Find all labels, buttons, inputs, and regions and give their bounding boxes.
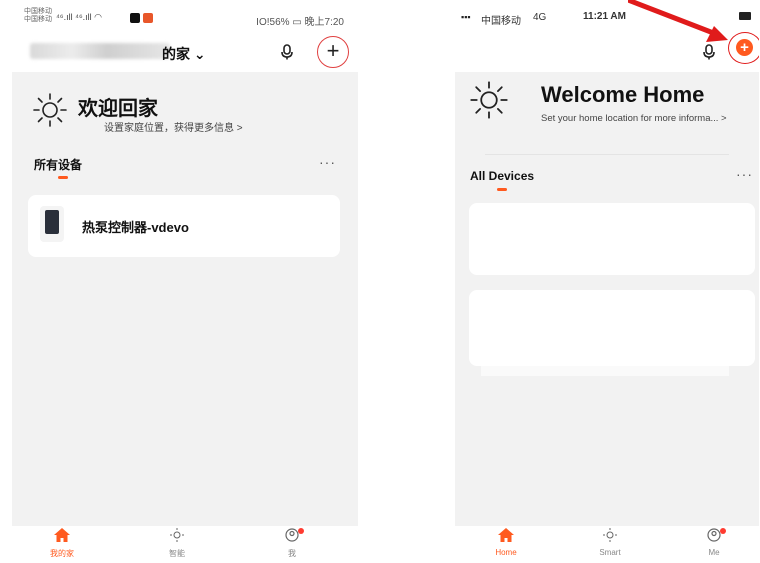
divider [485, 154, 729, 155]
notification-badge [298, 528, 304, 534]
home-icon [498, 528, 514, 542]
section-underline [497, 188, 507, 191]
sun-icon [603, 528, 617, 542]
section-underline [58, 176, 68, 179]
app-notification-icon [143, 13, 153, 23]
more-options-button[interactable]: ··· [736, 166, 753, 182]
sun-icon [470, 81, 508, 119]
device-card-empty[interactable] [469, 203, 755, 275]
tab-me[interactable]: 我 [262, 528, 322, 559]
add-device-button[interactable]: + [317, 36, 349, 68]
header-bar: 的家 ⌄ + [12, 32, 358, 72]
welcome-subtitle-link[interactable]: Set your home location for more informa.… [541, 113, 727, 124]
welcome-title: Welcome Home [541, 82, 705, 107]
battery-time: IO!56% ▭ 晚上7:20 [256, 17, 344, 28]
welcome-title: 欢迎回家 [78, 98, 158, 120]
tab-smart[interactable]: 智能 [147, 528, 207, 559]
microphone-icon[interactable] [280, 44, 294, 60]
bottom-tab-bar: Home Smart Me [455, 526, 759, 560]
tab-home[interactable]: Home [476, 528, 536, 557]
sun-icon [170, 528, 184, 542]
phone-screen-chinese: 中国移动 中国移动 ⁴⁶.ıll ⁴⁶.ıll ◠ IO!56% ▭ 晚上7:2… [12, 4, 358, 560]
device-card-empty[interactable] [469, 290, 755, 366]
add-device-button[interactable]: + [736, 39, 753, 56]
notification-badge [720, 528, 726, 534]
time-label: 11:21 AM [583, 11, 626, 22]
section-title: All Devices [470, 169, 535, 183]
device-name: 热泵控制器-vdevo [82, 220, 189, 235]
device-card[interactable]: 热泵控制器-vdevo [28, 195, 340, 257]
tab-home[interactable]: 我的家 [32, 528, 92, 559]
sun-icon [33, 93, 67, 127]
device-thumbnail [40, 206, 64, 242]
bottom-tab-bar: 我的家 智能 我 [12, 526, 358, 560]
status-bar: 中国移动 中国移动 ⁴⁶.ıll ⁴⁶.ıll ◠ IO!56% ▭ 晚上7:2… [12, 4, 358, 32]
signal-indicators: ⁴⁶.ıll ⁴⁶.ıll ◠ [56, 12, 102, 22]
network-label: 4G [533, 12, 547, 23]
app-notification-icon [130, 13, 140, 23]
card-shadow [481, 366, 729, 376]
home-selector[interactable]: 的家 ⌄ [162, 44, 206, 64]
home-icon [54, 528, 70, 542]
tab-me[interactable]: Me [684, 528, 744, 557]
tab-smart[interactable]: Smart [580, 528, 640, 557]
signal-icon: ▪▪▪ [461, 12, 471, 22]
plus-icon: + [740, 38, 749, 56]
battery-icon [739, 12, 751, 20]
carrier-label: 中国移动 [481, 16, 521, 27]
red-arrow-annotation [628, 0, 728, 42]
more-options-button[interactable]: ··· [319, 154, 336, 170]
welcome-subtitle-link[interactable]: 设置家庭位置，获得更多信息 > [104, 119, 243, 134]
section-title: 所有设备 [34, 158, 83, 172]
phone-screen-english: ▪▪▪ 中国移动 4G 11:21 AM + Welcome Home Set … [455, 4, 759, 560]
blurred-home-name [30, 43, 170, 59]
